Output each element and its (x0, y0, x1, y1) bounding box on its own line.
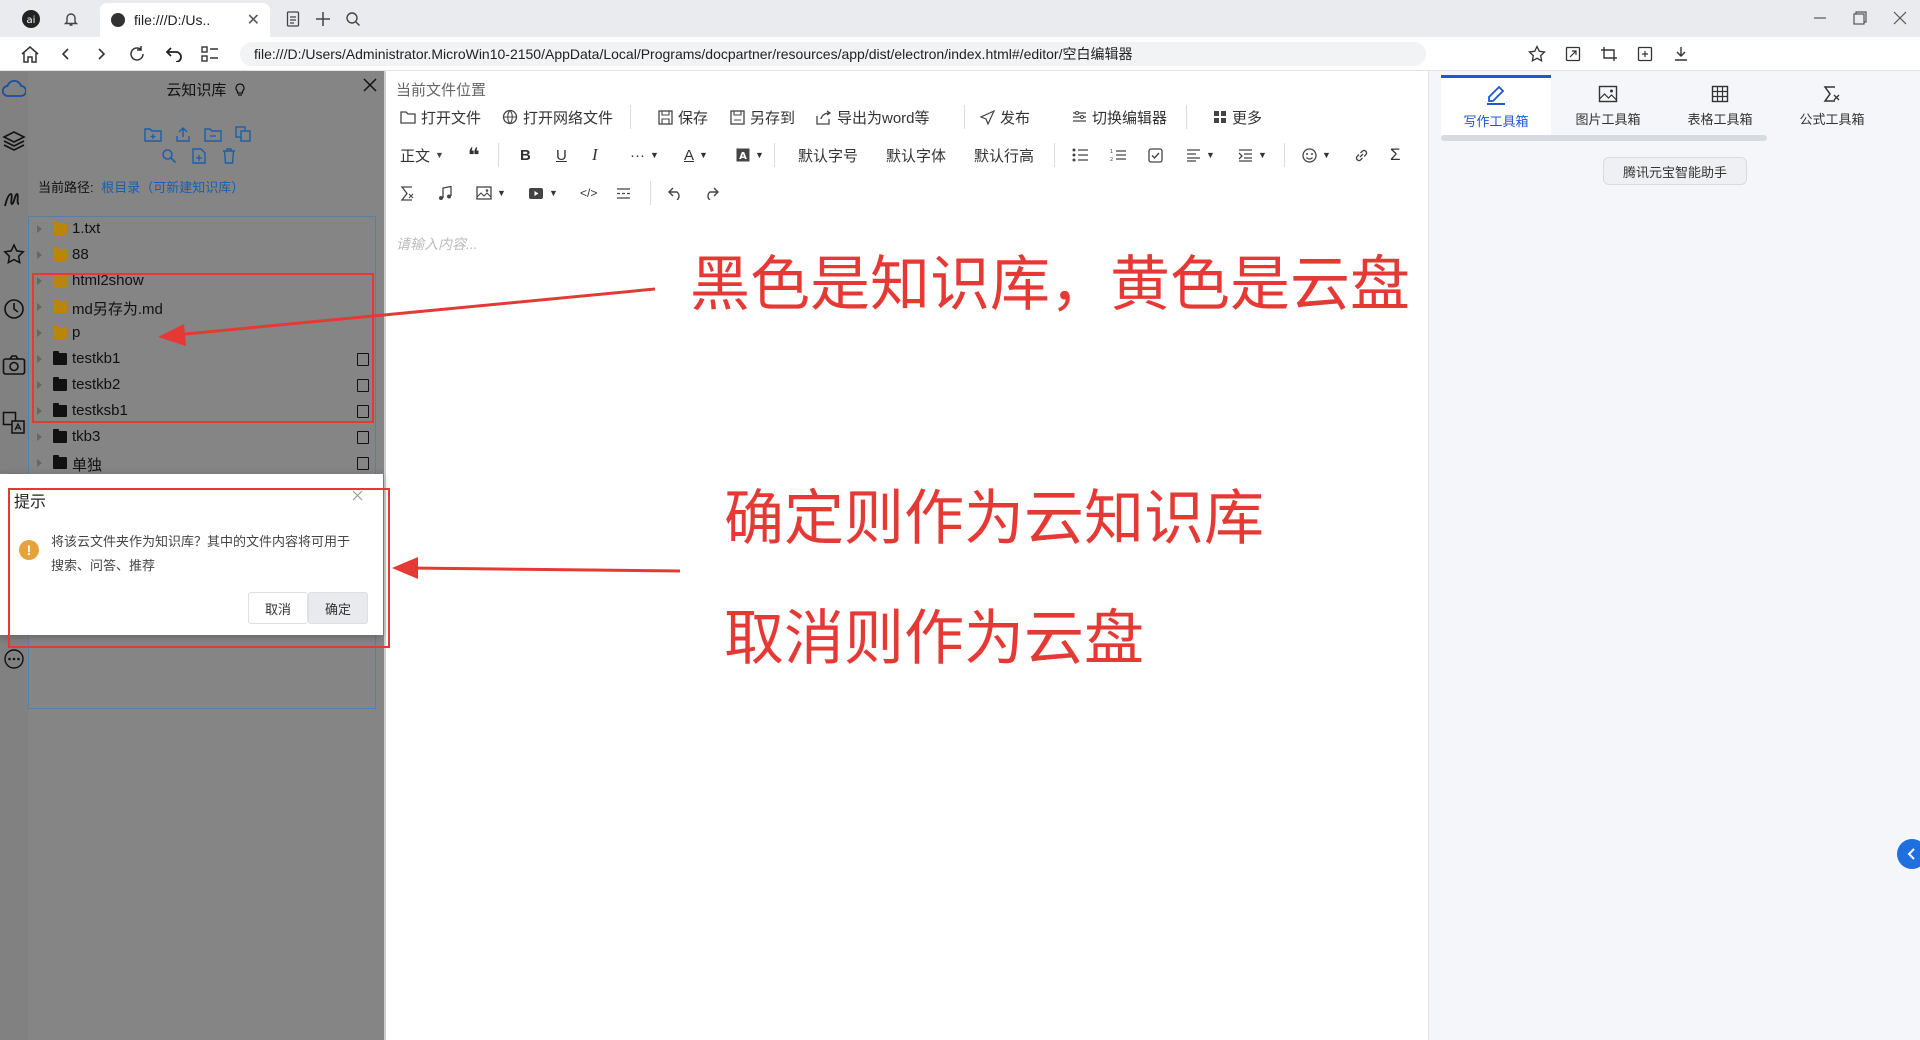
annotation-text-2: 确定则作为云知识库 (724, 485, 1264, 552)
annotation-text-3: 取消则作为云盘 (724, 605, 1144, 672)
annotation-text-1: 黑色是知识库，黄色是云盘 (690, 251, 1410, 318)
